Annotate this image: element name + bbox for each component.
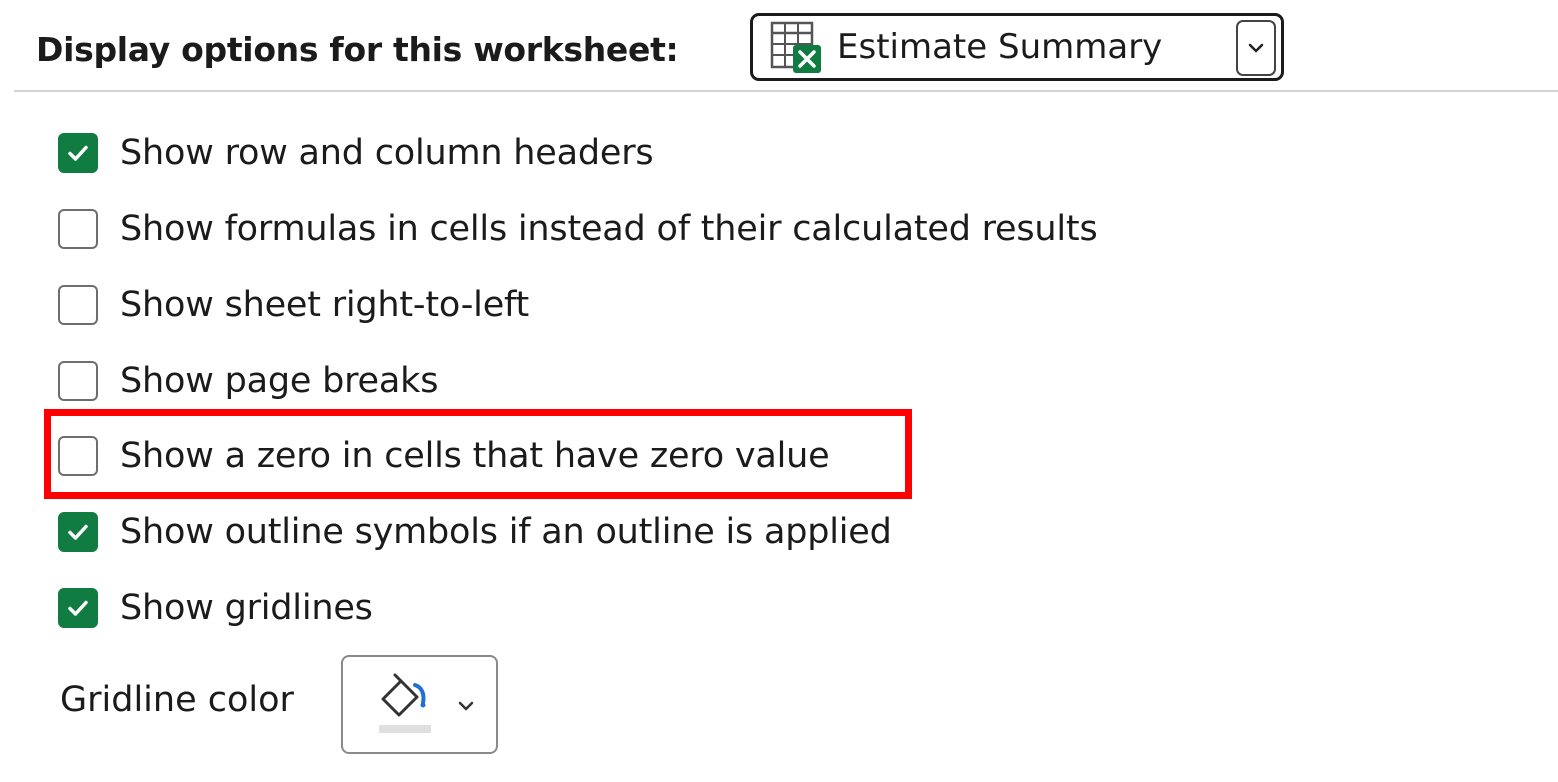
option-show-formulas[interactable]: Show formulas in cells instead of their … — [58, 206, 1098, 252]
option-show-zero[interactable]: Show a zero in cells that have zero valu… — [58, 433, 830, 479]
option-gridlines[interactable]: Show gridlines — [58, 585, 373, 631]
checkbox[interactable] — [58, 361, 98, 401]
checkbox[interactable] — [58, 285, 98, 325]
option-label: Show formulas in cells instead of their … — [120, 209, 1098, 249]
worksheet-select-arrow[interactable] — [1236, 20, 1276, 76]
option-label: Show row and column headers — [120, 133, 654, 173]
checkbox[interactable] — [58, 512, 98, 552]
option-right-to-left[interactable]: Show sheet right-to-left — [58, 282, 529, 328]
chevron-down-icon — [458, 701, 474, 711]
checkbox[interactable] — [58, 436, 98, 476]
checkmark-icon — [68, 524, 88, 540]
option-label: Show gridlines — [120, 588, 373, 628]
worksheet-options-header: Display options for this worksheet: — [36, 12, 679, 86]
paint-bucket-icon — [379, 673, 431, 733]
checkbox[interactable] — [58, 588, 98, 628]
option-label: Show sheet right-to-left — [120, 285, 530, 325]
checkbox[interactable] — [58, 133, 98, 173]
option-label: Show outline symbols if an outline is ap… — [120, 512, 892, 552]
chevron-down-icon — [1248, 43, 1264, 53]
header-label: Display options for this worksheet: — [36, 29, 679, 69]
gridline-color-button[interactable] — [341, 655, 498, 754]
option-row-and-column-headers[interactable]: Show row and column headers — [58, 130, 654, 176]
worksheet-select[interactable]: Estimate Summary — [750, 13, 1284, 81]
checkmark-icon — [68, 145, 88, 161]
header-divider — [14, 90, 1558, 92]
option-label: Show page breaks — [120, 361, 439, 401]
excel-sheet-icon — [770, 21, 821, 73]
gridline-color-label: Gridline color — [60, 680, 294, 720]
worksheet-select-value: Estimate Summary — [837, 27, 1163, 67]
option-label: Show a zero in cells that have zero valu… — [120, 436, 830, 476]
checkmark-icon — [68, 600, 88, 616]
checkbox[interactable] — [58, 209, 98, 249]
option-page-breaks[interactable]: Show page breaks — [58, 358, 438, 404]
option-outline-symbols[interactable]: Show outline symbols if an outline is ap… — [58, 509, 892, 555]
